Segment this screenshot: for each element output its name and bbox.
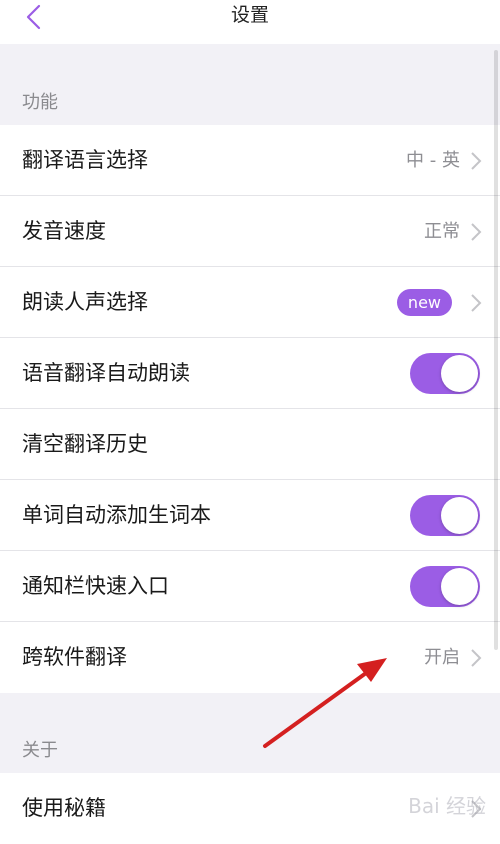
setting-label: 语音翻译自动朗读 (22, 361, 190, 385)
setting-value: 开启 (424, 647, 460, 668)
auto-add-vocabulary-toggle[interactable] (410, 495, 480, 536)
setting-label: 朗读人声选择 (22, 290, 148, 314)
features-group: 翻译语言选择 中 - 英 发音速度 正常 朗读人声选择 new 语音翻译自动朗读… (0, 125, 500, 693)
setting-clear-history[interactable]: 清空翻译历史 (0, 409, 500, 480)
navigation-bar: 设置 (0, 0, 500, 44)
setting-label: 使用秘籍 (22, 796, 106, 820)
annotation-arrow-icon (263, 658, 387, 748)
chevron-right-icon (471, 152, 482, 170)
watermark: Bai 经验 (408, 794, 486, 818)
toggle-knob (441, 568, 478, 605)
chevron-right-icon (471, 294, 482, 312)
section-header-features: 功能 (22, 92, 58, 113)
setting-notification-shortcut: 通知栏快速入口 (0, 551, 500, 622)
chevron-right-icon (471, 223, 482, 241)
notification-shortcut-toggle[interactable] (410, 566, 480, 607)
setting-label: 翻译语言选择 (22, 148, 148, 172)
setting-label: 发音速度 (22, 219, 106, 243)
page-title: 设置 (230, 4, 269, 26)
auto-read-toggle[interactable] (410, 353, 480, 394)
setting-label: 单词自动添加生词本 (22, 503, 211, 527)
new-badge: new (396, 289, 452, 316)
setting-pronunciation-speed[interactable]: 发音速度 正常 (0, 196, 500, 267)
setting-auto-add-vocabulary: 单词自动添加生词本 (0, 480, 500, 551)
setting-value: 正常 (424, 221, 460, 242)
toggle-knob (441, 497, 478, 534)
setting-label: 通知栏快速入口 (22, 574, 169, 598)
setting-auto-read-voice-translation: 语音翻译自动朗读 (0, 338, 500, 409)
setting-label: 清空翻译历史 (22, 432, 148, 456)
setting-translation-language[interactable]: 翻译语言选择 中 - 英 (0, 125, 500, 196)
setting-reading-voice[interactable]: 朗读人声选择 new (0, 267, 500, 338)
setting-value: 中 - 英 (406, 150, 460, 171)
setting-cross-app-translation[interactable]: 跨软件翻译 开启 (0, 622, 500, 693)
chevron-right-icon (471, 649, 482, 667)
section-header-about: 关于 (22, 740, 58, 761)
setting-label: 跨软件翻译 (22, 645, 127, 669)
toggle-knob (441, 355, 478, 392)
scrollbar[interactable] (494, 50, 498, 650)
